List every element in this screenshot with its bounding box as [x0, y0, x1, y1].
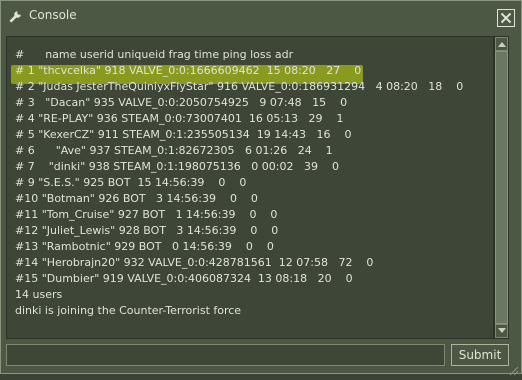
console-line: # 5 "KexerCZ" 911 STEAM_0:1:235505134 19… [15, 128, 352, 141]
close-button[interactable] [497, 9, 515, 27]
console-line: # 9 "S.E.S." 925 BOT 15 14:56:39 0 0 [15, 176, 247, 189]
console-line: # 4 "RE-PLAY" 936 STEAM_0:0:73007401 16 … [15, 112, 344, 125]
wrench-icon [8, 9, 22, 23]
console-line: # 2 "Judas JesterTheQuiniyxFlyStar" 916 … [15, 80, 464, 93]
console-output[interactable]: # name userid uniqueid frag time ping lo… [6, 36, 494, 339]
console-line: # 6 "Ave" 937 STEAM_0:1:82672305 6 01:26… [15, 144, 333, 157]
resize-grip-icon[interactable] [509, 361, 519, 376]
console-line: dinki is joining the Counter-Terrorist f… [15, 304, 242, 317]
console-line: #15 "Dumbier" 919 VALVE_0:0:406087324 13… [15, 272, 353, 285]
title-bar[interactable]: Console [1, 1, 521, 29]
scroll-down-button[interactable] [495, 324, 508, 338]
console-line: # 3 "Dacan" 935 VALVE_0:0:2050754925 9 0… [15, 96, 348, 109]
console-line: # 7 "dinki" 938 STEAM_0:1:198075136 0 00… [15, 160, 339, 173]
command-input[interactable] [6, 344, 445, 366]
console-line: 14 users [15, 288, 63, 301]
console-line: #10 "Botman" 926 BOT 3 14:56:39 0 0 [15, 192, 258, 205]
console-line: #11 "Tom_Cruise" 927 BOT 1 14:56:39 0 0 [15, 208, 278, 221]
console-header-line: # name userid uniqueid frag time ping lo… [15, 48, 294, 61]
console-window: Console # name userid uniqueid frag time… [0, 0, 522, 376]
scroll-up-button[interactable] [495, 37, 508, 51]
console-line: #14 "Herobrajn20" 932 VALVE_0:0:42878156… [15, 256, 374, 269]
console-line: #12 "Juliet_Lewis" 928 BOT 3 14:56:39 0 … [15, 224, 279, 237]
scroll-thumb[interactable] [495, 51, 508, 324]
vertical-scrollbar[interactable] [494, 36, 509, 339]
window-title: Console [29, 8, 77, 22]
console-line: #13 "Rambotnic" 929 BOT 0 14:56:39 0 0 [15, 240, 274, 253]
submit-button[interactable]: Submit [451, 344, 509, 366]
console-line: # 1 "thcvcelka" 918 VALVE_0:0:1666609462… [15, 64, 362, 77]
